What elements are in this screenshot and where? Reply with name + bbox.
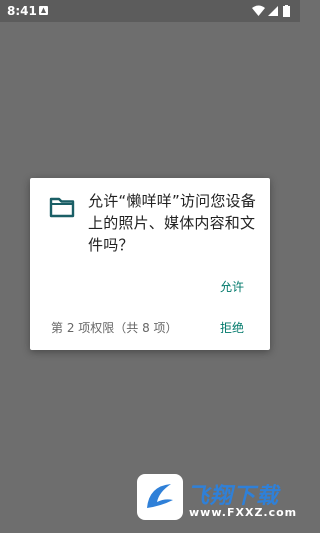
- signal-icon: [268, 6, 278, 16]
- wifi-icon: [252, 5, 265, 16]
- battery-icon: [283, 5, 290, 17]
- system-icons: [251, 4, 293, 18]
- folder-icon: [49, 197, 75, 218]
- status-time: 8:41: [7, 4, 37, 18]
- dialog-message: 允许“懒咩咩”访问您设备上的照片、媒体内容和文件吗？: [88, 192, 256, 254]
- watermark: 飞翔下载 www.FXXZ.com: [135, 472, 298, 524]
- status-bar: 8:41: [0, 0, 300, 22]
- allow-button[interactable]: 允许: [220, 278, 244, 295]
- deny-button[interactable]: 拒绝: [220, 319, 244, 336]
- watermark-logo-icon: [137, 474, 183, 520]
- permission-dialog: 允许“懒咩咩”访问您设备上的照片、媒体内容和文件吗？ 允许 第 2 项权限（共 …: [30, 178, 270, 350]
- permission-count: 第 2 项权限（共 8 项）: [51, 321, 178, 335]
- notification-icon: [39, 6, 48, 15]
- watermark-url: www.FXXZ.com: [189, 506, 298, 519]
